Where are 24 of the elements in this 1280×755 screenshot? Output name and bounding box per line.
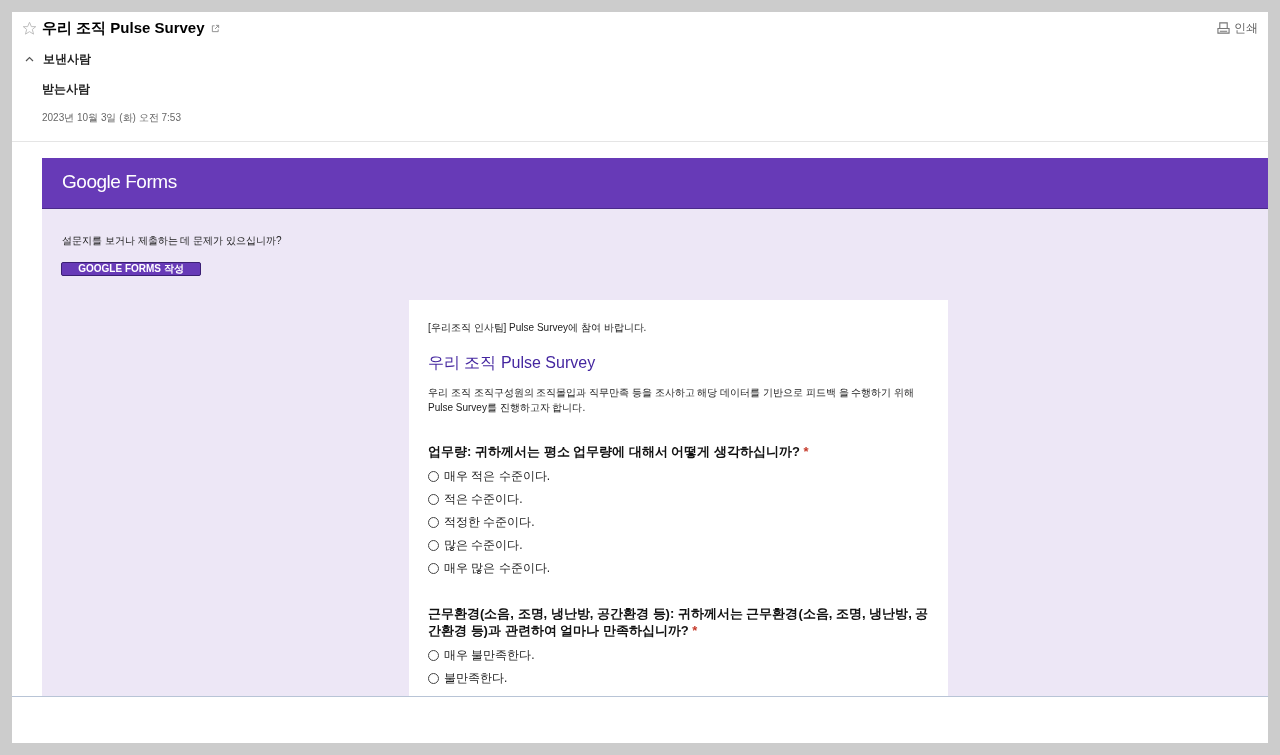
collapse-caret-icon[interactable]	[25, 55, 34, 62]
radio-option[interactable]: 매우 많은 수준이다.	[428, 559, 929, 577]
radio-option[interactable]: 불만족한다.	[428, 669, 929, 687]
radio-option[interactable]: 많은 수준이다.	[428, 536, 929, 554]
google-forms-logo: Google Forms	[62, 170, 177, 195]
email-date: 2023년 10월 3일 (화) 오전 7:53	[42, 110, 182, 125]
sender-label: 보낸사람	[43, 50, 91, 68]
star-icon[interactable]	[22, 20, 37, 36]
form-description: 우리 조직 조직구성원의 조직몰입과 직무만족 등을 조사하고 해당 데이터를 기반으로 피드백 을 수행하기 위해 Pulse Survey를 진행하고자 합니다.	[428, 385, 916, 415]
question-text: 업무량: 귀하께서는 평소 업무량에 대해서 어떻게 생각하십니까? *	[428, 442, 810, 460]
recipient-label: 받는사람	[42, 80, 91, 98]
radio-option[interactable]: 적은 수준이다.	[428, 490, 929, 508]
fill-out-form-button[interactable]: GOOGLE FORMS 작성	[61, 261, 201, 276]
question-text: 근무환경(소음, 조명, 냉난방, 공간환경 등): 귀하께서는 근무환경(소음, 조명, 냉난방, 공간환경 등)과 관련하여 얼마나 만족하십니까? *	[428, 604, 929, 639]
form-intro: [우리조직 인사팀] Pulse Survey에 참여 바랍니다.	[428, 320, 648, 335]
print-button[interactable]: 인쇄	[1217, 19, 1258, 38]
forms-notice: 설문지를 보거나 제출하는 데 문제가 있으십니까?	[62, 233, 283, 248]
radio-option[interactable]: 매우 불만족한다.	[428, 646, 929, 664]
email-subject: 우리 조직 Pulse Survey	[42, 18, 205, 38]
printer-icon	[1217, 21, 1230, 35]
form-title: 우리 조직 Pulse Survey	[428, 352, 597, 373]
external-link-icon[interactable]	[210, 23, 220, 33]
radio-option[interactable]: 적정한 수준이다.	[428, 513, 929, 531]
radio-option[interactable]: 매우 적은 수준이다.	[428, 467, 929, 485]
